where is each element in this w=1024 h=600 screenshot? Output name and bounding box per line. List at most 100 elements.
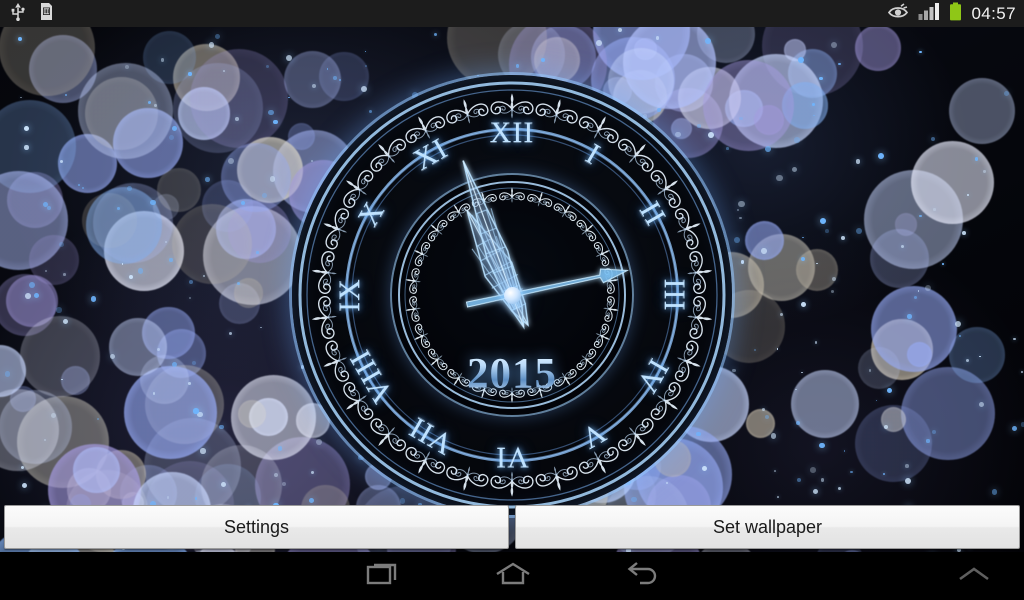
bokeh-circle — [729, 53, 824, 148]
bokeh-circle — [870, 286, 958, 373]
sparkle-dot — [850, 470, 853, 474]
sparkle-dot — [60, 160, 64, 164]
sparkle-dot — [4, 371, 10, 377]
sparkle-dot — [274, 473, 279, 478]
settings-button[interactable]: Settings — [4, 505, 509, 549]
home-button[interactable] — [458, 552, 568, 600]
sparkle-dot — [919, 214, 922, 218]
bokeh-circle — [633, 37, 657, 61]
bokeh-circle — [0, 99, 77, 194]
sparkle-dot — [273, 119, 278, 124]
sparkle-dot — [838, 62, 841, 66]
system-navigation-bar — [0, 552, 1024, 600]
sparkle-dot — [868, 368, 872, 372]
sparkle-dot — [801, 302, 806, 308]
bokeh-circle — [82, 193, 138, 249]
signal-bars-icon — [918, 2, 942, 25]
sparkle-dot — [152, 392, 155, 395]
sparkle-dot — [776, 174, 783, 181]
sparkle-dot — [991, 488, 998, 495]
sparkle-dot — [800, 257, 805, 261]
sparkle-dot — [812, 489, 818, 495]
sparkle-dot — [219, 424, 224, 430]
bokeh-circle — [202, 206, 302, 306]
sparkle-dot — [913, 296, 917, 300]
sparkle-dot — [983, 170, 986, 173]
sparkle-dot — [20, 97, 22, 99]
sparkle-dot — [188, 296, 192, 300]
bokeh-circle — [748, 233, 816, 301]
bokeh-circle — [85, 76, 159, 150]
bokeh-circle — [157, 168, 201, 212]
bokeh-circle — [791, 370, 860, 439]
sparkle-dot — [882, 473, 885, 475]
sparkle-dot — [776, 347, 779, 350]
sparkle-dot — [125, 65, 129, 70]
bokeh-circle — [9, 385, 36, 412]
sparkle-dot — [228, 331, 233, 336]
sparkle-dot — [830, 41, 837, 48]
sparkle-dot — [791, 166, 798, 173]
sparkle-dot — [918, 290, 920, 292]
bokeh-circle — [0, 273, 56, 336]
sparkle-dot — [734, 236, 741, 243]
bokeh-circle — [880, 406, 907, 432]
sparkle-dot — [811, 102, 815, 106]
sparkle-dot — [188, 382, 191, 385]
sparkle-dot — [128, 274, 134, 280]
bokeh-circle — [796, 248, 839, 291]
show-navigation-button[interactable] — [934, 552, 1014, 600]
sparkle-dot — [798, 57, 805, 64]
back-icon — [626, 559, 660, 594]
bokeh-circle — [93, 183, 174, 264]
sparkle-dot — [33, 292, 39, 298]
sparkle-dot — [962, 230, 967, 235]
bokeh-circle — [124, 366, 218, 459]
sparkle-dot — [979, 355, 981, 358]
set-wallpaper-button[interactable]: Set wallpaper — [515, 505, 1020, 549]
bokeh-circle — [238, 400, 266, 429]
sparkle-dot — [975, 157, 979, 161]
sparkle-dot — [931, 136, 936, 142]
sparkle-dot — [774, 470, 776, 473]
bokeh-circle — [171, 203, 252, 284]
back-button[interactable] — [588, 552, 698, 600]
clock-center-hub — [503, 286, 521, 304]
bokeh-circle — [854, 405, 932, 483]
device-screen: 04:57 I II III IV V VI VII VIII IX X XI XII 2015 Se… — [0, 0, 1024, 600]
bokeh-circle — [113, 108, 183, 178]
bokeh-circle — [7, 171, 64, 228]
bokeh-circle — [228, 200, 292, 264]
bokeh-circle — [901, 366, 995, 461]
sparkle-dot — [541, 57, 546, 63]
sparkle-dot — [17, 36, 22, 41]
sparkle-dot — [1013, 338, 1016, 341]
bokeh-circle — [85, 187, 163, 264]
sparkle-dot — [44, 269, 48, 272]
bokeh-circle — [139, 355, 189, 405]
bokeh-circle — [189, 48, 289, 148]
bokeh-circle — [19, 316, 101, 397]
sparkle-dot — [732, 369, 736, 373]
bokeh-circle — [869, 228, 929, 288]
bokeh-circle — [910, 140, 994, 224]
sparkle-dot — [194, 496, 198, 500]
chevron-up-icon — [956, 563, 992, 590]
sparkle-dot — [815, 341, 818, 344]
bokeh-circle — [249, 397, 288, 437]
sparkle-dot — [150, 199, 156, 206]
bokeh-circle — [219, 282, 261, 325]
bokeh-circle — [201, 180, 254, 233]
sparkle-dot — [777, 495, 780, 498]
bokeh-circle — [172, 63, 263, 153]
sparkle-dot — [260, 326, 263, 329]
recents-button[interactable] — [328, 552, 438, 600]
bokeh-circle — [745, 408, 776, 439]
sparkle-dot — [117, 207, 120, 210]
sparkle-dot — [966, 358, 970, 362]
sparkle-dot — [813, 114, 815, 117]
sparkle-dot — [223, 70, 225, 72]
sparkle-dot — [265, 64, 270, 69]
sparkle-dot — [28, 281, 35, 288]
sparkle-dot — [78, 184, 81, 187]
